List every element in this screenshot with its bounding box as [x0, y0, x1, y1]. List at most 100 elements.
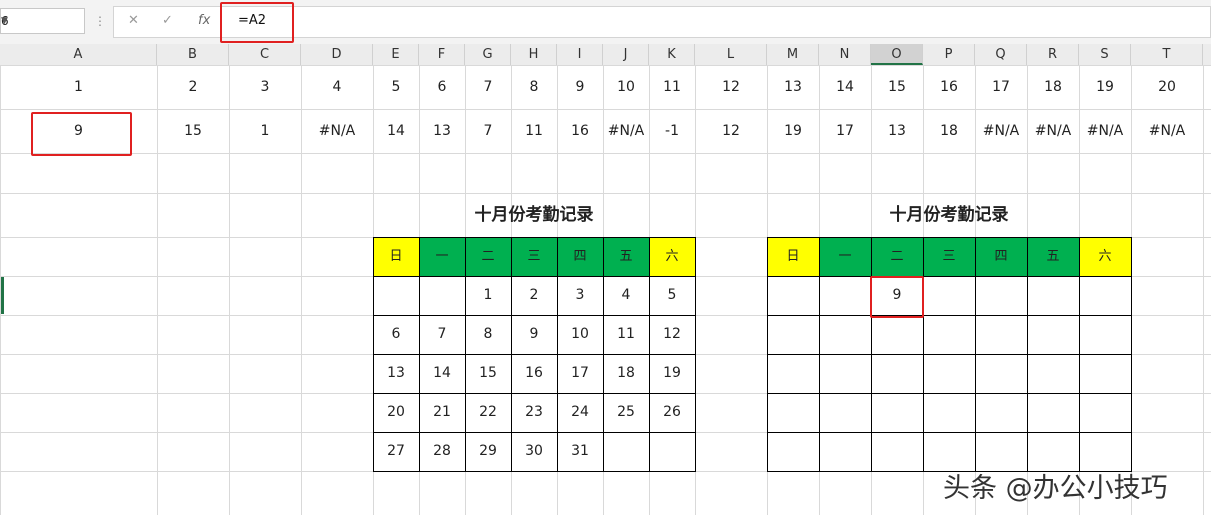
calendar-left-day-cell[interactable]: 15 — [465, 354, 511, 393]
cell-row1-p[interactable]: 16 — [923, 65, 975, 109]
calendar-left-day-cell[interactable] — [649, 432, 695, 471]
cell-row2-d[interactable]: #N/A — [301, 109, 373, 153]
calendar-right-day-cell[interactable] — [1079, 276, 1131, 315]
calendar-left-day-cell[interactable]: 25 — [603, 393, 649, 432]
cell-row2-e[interactable]: 14 — [373, 109, 419, 153]
cell-row2-i[interactable]: 16 — [557, 109, 603, 153]
cell-row2-b[interactable]: 15 — [157, 109, 229, 153]
calendar-left-day-cell[interactable]: 31 — [557, 432, 603, 471]
cell-row2-k[interactable]: -1 — [649, 109, 695, 153]
calendar-left-day-cell[interactable]: 29 — [465, 432, 511, 471]
calendar-left-day-cell[interactable]: 22 — [465, 393, 511, 432]
calendar-left-day-cell[interactable]: 5 — [649, 276, 695, 315]
calendar-left-day-cell[interactable]: 28 — [419, 432, 465, 471]
calendar-left-title[interactable]: 十月份考勤记录 — [373, 193, 695, 237]
cell-row1-n[interactable]: 14 — [819, 65, 871, 109]
calendar-left-day-cell[interactable]: 9 — [511, 315, 557, 354]
cell-row2-p[interactable]: 18 — [923, 109, 975, 153]
cell-row1-q[interactable]: 17 — [975, 65, 1027, 109]
calendar-left-weekday-0[interactable]: 日 — [373, 237, 419, 276]
calendar-right-day-cell[interactable] — [1027, 354, 1079, 393]
calendar-left-day-cell[interactable]: 14 — [419, 354, 465, 393]
calendar-right-day-cell[interactable] — [923, 315, 975, 354]
calendar-right-weekday-4[interactable]: 四 — [975, 237, 1027, 276]
calendar-right-day-cell[interactable] — [975, 354, 1027, 393]
cell-row2-s[interactable]: #N/A — [1079, 109, 1131, 153]
calendar-left-day-cell[interactable]: 3 — [557, 276, 603, 315]
calendar-left-day-cell[interactable]: 6 — [373, 315, 419, 354]
cell-row1-m[interactable]: 13 — [767, 65, 819, 109]
calendar-left-day-cell[interactable] — [373, 276, 419, 315]
calendar-right-day-cell[interactable] — [819, 315, 871, 354]
cell-row1-t[interactable]: 20 — [1131, 65, 1203, 109]
calendar-left-day-cell[interactable]: 12 — [649, 315, 695, 354]
cell-row2-f[interactable]: 13 — [419, 109, 465, 153]
calendar-right-weekday-3[interactable]: 三 — [923, 237, 975, 276]
calendar-right-day-cell[interactable] — [923, 354, 975, 393]
cell-row1-l[interactable]: 12 — [695, 65, 767, 109]
calendar-right-day-cell[interactable] — [819, 276, 871, 315]
calendar-right-day-cell[interactable] — [767, 393, 819, 432]
calendar-left-weekday-5[interactable]: 五 — [603, 237, 649, 276]
calendar-left-day-cell[interactable]: 16 — [511, 354, 557, 393]
calendar-left-day-cell[interactable]: 26 — [649, 393, 695, 432]
calendar-right-weekday-6[interactable]: 六 — [1079, 237, 1131, 276]
calendar-right-day-cell[interactable] — [1027, 315, 1079, 354]
cell-row1-r[interactable]: 18 — [1027, 65, 1079, 109]
cell-row2-c[interactable]: 1 — [229, 109, 301, 153]
calendar-right-day-cell[interactable] — [975, 393, 1027, 432]
cell-row2-n[interactable]: 17 — [819, 109, 871, 153]
calendar-left-day-cell[interactable]: 20 — [373, 393, 419, 432]
calendar-right-day-cell[interactable] — [975, 315, 1027, 354]
cell-row2-q[interactable]: #N/A — [975, 109, 1027, 153]
calendar-right-weekday-0[interactable]: 日 — [767, 237, 819, 276]
cell-row1-h[interactable]: 8 — [511, 65, 557, 109]
cell-row2-g[interactable]: 7 — [465, 109, 511, 153]
calendar-left-day-cell[interactable]: 8 — [465, 315, 511, 354]
calendar-left-day-cell[interactable]: 27 — [373, 432, 419, 471]
calendar-right-day-cell[interactable] — [767, 315, 819, 354]
calendar-left-day-cell[interactable]: 2 — [511, 276, 557, 315]
calendar-right-weekday-5[interactable]: 五 — [1027, 237, 1079, 276]
cell-row1-s[interactable]: 19 — [1079, 65, 1131, 109]
cell-row1-d[interactable]: 4 — [301, 65, 373, 109]
cell-row2-t[interactable]: #N/A — [1131, 109, 1203, 153]
cell-row1-f[interactable]: 6 — [419, 65, 465, 109]
calendar-right-day-cell[interactable] — [871, 315, 923, 354]
calendar-right-day-cell[interactable] — [871, 393, 923, 432]
calendar-left-weekday-6[interactable]: 六 — [649, 237, 695, 276]
calendar-right-weekday-1[interactable]: 一 — [819, 237, 871, 276]
calendar-left-day-cell[interactable] — [419, 276, 465, 315]
calendar-right-day-cell[interactable] — [871, 432, 923, 471]
calendar-left-day-cell[interactable] — [603, 432, 649, 471]
calendar-left-weekday-1[interactable]: 一 — [419, 237, 465, 276]
calendar-left-day-cell[interactable]: 30 — [511, 432, 557, 471]
calendar-right-day-cell[interactable] — [819, 432, 871, 471]
cell-row2-j[interactable]: #N/A — [603, 109, 649, 153]
cell-row1-c[interactable]: 3 — [229, 65, 301, 109]
cell-row1-b[interactable]: 2 — [157, 65, 229, 109]
calendar-left-day-cell[interactable]: 4 — [603, 276, 649, 315]
cell-row2-o[interactable]: 13 — [871, 109, 923, 153]
calendar-right-day-cell[interactable] — [767, 354, 819, 393]
cell-row1-o[interactable]: 15 — [871, 65, 923, 109]
cell-row1-g[interactable]: 7 — [465, 65, 511, 109]
calendar-left-weekday-4[interactable]: 四 — [557, 237, 603, 276]
cell-row1-a[interactable]: 1 — [0, 65, 157, 109]
cell-row1-j[interactable]: 10 — [603, 65, 649, 109]
calendar-left-day-cell[interactable]: 23 — [511, 393, 557, 432]
calendar-right-day-cell[interactable] — [871, 354, 923, 393]
cell-row1-k[interactable]: 11 — [649, 65, 695, 109]
cell-row1-e[interactable]: 5 — [373, 65, 419, 109]
cell-row2-h[interactable]: 11 — [511, 109, 557, 153]
calendar-right-day-cell[interactable] — [767, 432, 819, 471]
calendar-left-day-cell[interactable]: 21 — [419, 393, 465, 432]
cell-row2-l[interactable]: 12 — [695, 109, 767, 153]
calendar-right-day-cell[interactable] — [1027, 393, 1079, 432]
calendar-right-day-cell[interactable] — [923, 276, 975, 315]
calendar-right-day-cell[interactable] — [1079, 315, 1131, 354]
calendar-left-day-cell[interactable]: 10 — [557, 315, 603, 354]
calendar-left-day-cell[interactable]: 1 — [465, 276, 511, 315]
cell-row2-r[interactable]: #N/A — [1027, 109, 1079, 153]
calendar-right-day-cell[interactable] — [767, 276, 819, 315]
